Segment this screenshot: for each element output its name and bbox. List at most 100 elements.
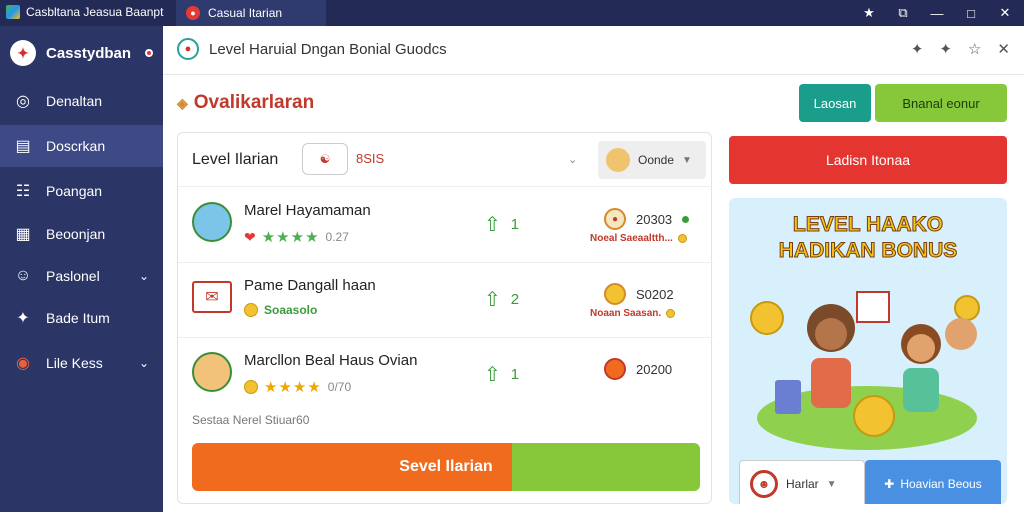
sidebar-item-doscrkan[interactable]: ▤ Doscrkan xyxy=(0,125,163,167)
briefcase-icon: ▤ xyxy=(15,138,31,155)
score-value: 20303 xyxy=(636,211,673,227)
star-icon[interactable]: ☆ xyxy=(968,40,981,58)
tab-icon: ● xyxy=(186,6,200,20)
caret-down-icon: ▼ xyxy=(826,478,837,490)
list-item-name: Marel Hayamaman xyxy=(244,202,371,219)
profile-select[interactable]: Oonde ▼ xyxy=(598,141,706,179)
coin-icon xyxy=(750,301,784,335)
maximize-button[interactable]: □ xyxy=(954,0,988,26)
sidebar-item-label: Paslonel xyxy=(46,268,100,284)
promo-banner[interactable]: LEVEL HAAKO HADIKAN BONUS ☻ Harlar ▼ ✚ H… xyxy=(729,198,1007,504)
bag-icon: ◈ xyxy=(177,94,188,111)
coin-icon xyxy=(677,234,687,243)
list-item[interactable]: ✉ Pame Dangall haan Soaasolo ⇧ 2 S0202 N… xyxy=(178,263,713,338)
score: ● 20303 xyxy=(604,208,690,230)
face-icon: ☻ xyxy=(750,470,778,498)
rank-indicator: ⇧ 1 xyxy=(484,212,519,237)
rating-value: 0.27 xyxy=(325,230,349,244)
avatar xyxy=(192,352,232,392)
brand-label: Casstydban xyxy=(46,44,132,62)
list-item-meta: ★★★★ 0/70 xyxy=(244,378,351,396)
section-title: ◈ Ovalikarlaran xyxy=(177,92,314,114)
sidebar-item-label: Bade Itum xyxy=(46,310,110,326)
sidebar-item-poangan[interactable]: ☷ Poangan xyxy=(0,170,163,212)
notification-dot xyxy=(145,49,154,57)
section-title-text: Ovalikarlaran xyxy=(193,92,315,113)
caret-down-icon: ▼ xyxy=(682,154,692,166)
header-actions: ✦ ✦ ☆ ✕ xyxy=(911,40,1010,58)
level-cta-button[interactable]: Sevel Ilarian xyxy=(192,443,700,491)
sidebar-item-denaltan[interactable]: ◎ Denaltan xyxy=(0,80,163,122)
sidebar: ✦ Casstydban ◎ Denaltan ▤ Doscrkan ☷ Poa… xyxy=(0,26,163,512)
list-item-name: Marcllon Beal Haus Ovian xyxy=(244,352,418,369)
score: 20200 xyxy=(604,358,672,380)
avatar xyxy=(606,148,630,172)
app-badge-icon: ● xyxy=(177,38,199,60)
coin-icon xyxy=(853,395,895,437)
chart-icon: ☷ xyxy=(15,183,31,200)
arrow-up-icon: ⇧ xyxy=(484,214,501,236)
card-header-value: 8SIS xyxy=(356,151,385,166)
promo-button-label: Hoavian Beous xyxy=(900,477,982,491)
close-icon[interactable]: ✕ xyxy=(997,40,1010,58)
globe-icon: ◎ xyxy=(16,93,30,110)
score-value: S0202 xyxy=(636,286,674,302)
filter-pill[interactable]: ☯ xyxy=(302,143,348,175)
sparkle-icon[interactable]: ✦ xyxy=(911,40,924,58)
brand-icon: ✦ xyxy=(10,40,36,66)
user-icon: ☺ xyxy=(14,267,32,284)
list-item[interactable]: Marcllon Beal Haus Ovian ★★★★ 0/70 ⇧ 1 2… xyxy=(178,338,713,413)
rating-stars: ★★★★ xyxy=(264,379,322,396)
rank-indicator: ⇧ 1 xyxy=(484,362,519,387)
coin-icon xyxy=(244,303,258,317)
sidebar-item-lile-kess[interactable]: ◉ Lile Kess ⌄ xyxy=(0,342,163,384)
promo-select-label: Harlar xyxy=(786,477,819,491)
profile-select-label: Oonde xyxy=(638,153,675,167)
sidebar-item-label: Denaltan xyxy=(46,93,103,109)
sidebar-item-bade-itum[interactable]: ✦ Bade Itum xyxy=(0,297,163,339)
record-icon: ◉ xyxy=(16,355,30,372)
promo-title-line1: LEVEL HAAKO xyxy=(792,213,944,237)
restore-icon[interactable]: ⧉ xyxy=(886,0,920,26)
coin-value: Soaasolo xyxy=(264,303,318,317)
coin-icon xyxy=(954,295,980,321)
list-item[interactable]: Marel Hayamaman ❤ ★★★★ 0.27 ⇧ 1 ● 20303 … xyxy=(178,188,713,263)
avatar xyxy=(192,202,232,242)
coin-icon xyxy=(244,380,258,394)
promo-title-line2: HADIKAN BONUS xyxy=(778,239,958,263)
green-button[interactable]: Bnanal eonur xyxy=(875,84,1007,122)
badge-icon: ✦ xyxy=(16,310,30,327)
pin-icon[interactable]: ★ xyxy=(852,0,886,26)
sparkle-icon[interactable]: ✦ xyxy=(939,40,952,58)
score-sub: Noaan Saasan. xyxy=(590,308,676,319)
promo-illustration xyxy=(750,291,980,450)
list-item-meta: Soaasolo xyxy=(244,303,317,317)
kid-body xyxy=(903,368,939,412)
sidebar-item-beoonjan[interactable]: ▦ Beoonjan xyxy=(0,213,163,255)
score: S0202 xyxy=(604,283,674,305)
promo-select[interactable]: ☻ Harlar ▼ xyxy=(739,460,865,504)
chevron-down-icon: ⌄ xyxy=(138,356,149,370)
close-button[interactable]: ✕ xyxy=(988,0,1022,26)
red-action-button[interactable]: Ladisn Itonaa xyxy=(729,136,1007,184)
rank-value: 1 xyxy=(510,216,520,233)
promo-button[interactable]: ✚ Hoavian Beous xyxy=(865,460,1001,504)
gift-icon: ✚ xyxy=(884,477,895,491)
minimize-button[interactable]: — xyxy=(920,0,954,26)
calendar-icon xyxy=(856,291,890,323)
sidebar-item-paslonel[interactable]: ☺ Paslonel ⌄ xyxy=(0,255,163,297)
cta-label: Sevel Ilarian xyxy=(399,458,493,475)
status-dot xyxy=(682,215,690,223)
card-header-label: Level Ilarian xyxy=(192,151,279,168)
phone-icon xyxy=(775,380,801,414)
envelope-icon: ✉ xyxy=(192,281,232,313)
main-panel: ● Level Haruial Dngan Bonial Guodcs ✦ ✦ … xyxy=(163,26,1024,512)
chevron-down-icon[interactable]: ⌄ xyxy=(568,153,577,166)
teal-button[interactable]: Laosan xyxy=(799,84,871,122)
badge-icon: ● xyxy=(604,208,626,230)
card-footer-text: Sestaa Nerel Stiuar60 xyxy=(192,413,310,427)
sidebar-brand[interactable]: ✦ Casstydban xyxy=(0,34,163,72)
tab-casual[interactable]: ● Casual Itarian xyxy=(176,0,326,26)
page-header: ● Level Haruial Dngan Bonial Guodcs xyxy=(177,38,447,60)
sidebar-item-label: Beoonjan xyxy=(46,226,106,242)
